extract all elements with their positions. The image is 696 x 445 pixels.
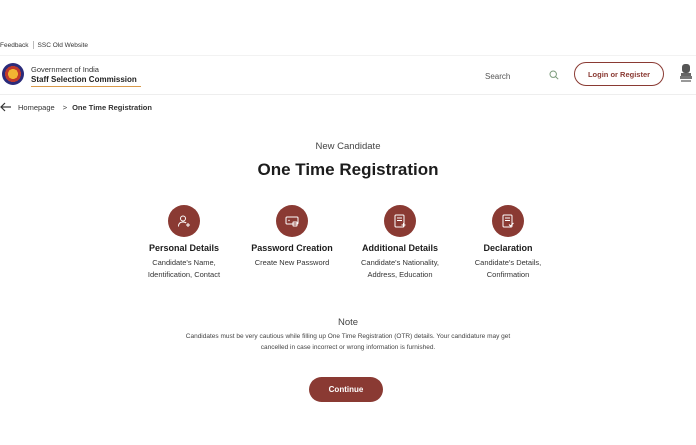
breadcrumb-home[interactable]: Homepage — [18, 103, 55, 112]
document-check-icon — [502, 214, 514, 228]
national-emblem-icon — [680, 64, 692, 82]
search-icon[interactable] — [549, 70, 559, 80]
note-text: Candidates must be very cautious while f… — [185, 333, 511, 351]
password-icon — [285, 216, 299, 227]
step-personal-details: Personal Details Candidate's Name, Ident… — [124, 205, 244, 280]
continue-button[interactable]: Continue — [309, 377, 383, 402]
step-description: Candidate's Details, Confirmation — [474, 258, 542, 279]
breadcrumb: Homepage > One Time Registration — [0, 100, 152, 114]
step-title: Password Creation — [251, 243, 333, 253]
feedback-link[interactable]: Feedback — [0, 42, 29, 49]
login-register-button[interactable]: Login or Register — [574, 62, 664, 86]
search-input[interactable] — [475, 64, 547, 88]
old-website-link[interactable]: SSC Old Website — [38, 42, 88, 49]
note-title: Note — [337, 317, 359, 328]
step-description: Create New Password — [254, 258, 330, 267]
brand-government: Government of India — [31, 65, 99, 74]
page-title: One Time Registration — [257, 160, 439, 179]
search-box — [475, 64, 565, 88]
brand-underline — [31, 86, 141, 87]
step-description: Candidate's Nationality, Address, Educat… — [360, 258, 439, 279]
user-add-icon — [178, 215, 190, 227]
page-subtitle: New Candidate — [315, 141, 381, 152]
breadcrumb-current: One Time Registration — [72, 102, 152, 112]
step-password-creation: Password Creation Create New Password — [232, 205, 352, 269]
step-icon-circle — [492, 205, 524, 237]
top-links: Feedback SSC Old Website — [0, 40, 88, 50]
step-additional-details: Additional Details Candidate's Nationali… — [340, 205, 460, 280]
step-icon-circle — [168, 205, 200, 237]
document-add-icon — [394, 214, 406, 228]
step-title: Personal Details — [148, 243, 220, 253]
step-icon-circle — [276, 205, 308, 237]
step-description: Candidate's Name, Identification, Contac… — [147, 258, 221, 279]
step-title: Additional Details — [361, 243, 438, 253]
site-header: Government of India Staff Selection Comm… — [0, 55, 696, 95]
ssc-logo[interactable] — [2, 63, 24, 85]
top-links-divider — [32, 41, 34, 49]
step-icon-circle — [384, 205, 416, 237]
brand-commission: Staff Selection Commission — [31, 75, 137, 84]
back-arrow-icon[interactable] — [0, 102, 12, 112]
step-title: Declaration — [483, 243, 533, 253]
step-declaration: Declaration Candidate's Details, Confirm… — [448, 205, 568, 280]
breadcrumb-separator: > — [62, 102, 68, 112]
